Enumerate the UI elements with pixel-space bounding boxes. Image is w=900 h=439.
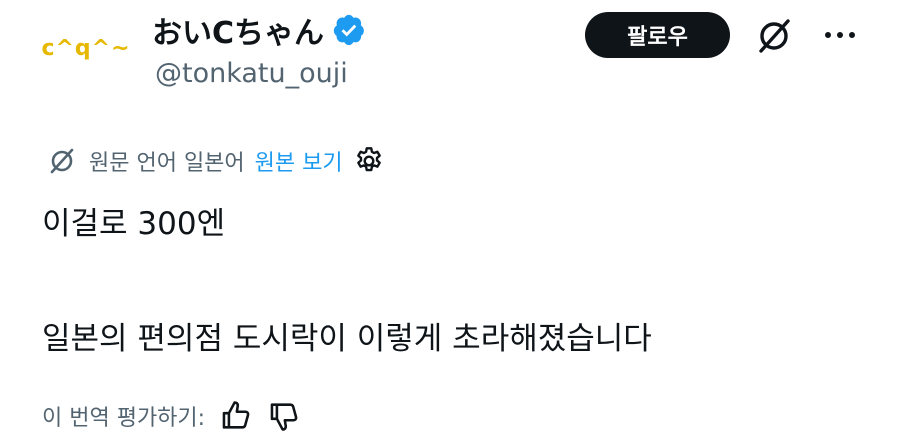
display-name[interactable]: おいCちゃん xyxy=(152,8,324,52)
tweet-text-line: 이걸로 300엔 xyxy=(42,206,226,242)
author-name-row[interactable]: おいCちゃん xyxy=(152,8,366,52)
tweet-text-line: 일본의 편의점 도시락이 이렇게 초라해졌습니다 xyxy=(42,321,652,357)
follow-button[interactable]: 팔로우 xyxy=(585,12,730,58)
avatar[interactable]: c^q^~ xyxy=(38,22,134,74)
translation-bar: 원문 언어 일본어 원본 보기 xyxy=(45,143,385,179)
translation-rating: 이 번역 평가하기: xyxy=(42,398,301,434)
gear-icon[interactable] xyxy=(353,145,385,177)
handle[interactable]: @tonkatu_ouji xyxy=(155,58,348,89)
thumbs-down-icon[interactable] xyxy=(267,399,301,433)
thumbs-up-icon[interactable] xyxy=(219,399,253,433)
source-language-label: 원문 언어 일본어 xyxy=(89,151,245,176)
rate-translation-label: 이 번역 평가하기: xyxy=(42,406,206,431)
verified-badge-icon xyxy=(333,14,364,46)
grok-translate-icon xyxy=(50,148,74,174)
more-options-icon[interactable] xyxy=(818,18,862,52)
view-original-link[interactable]: 원본 보기 xyxy=(255,145,343,177)
grok-icon[interactable] xyxy=(752,14,796,58)
